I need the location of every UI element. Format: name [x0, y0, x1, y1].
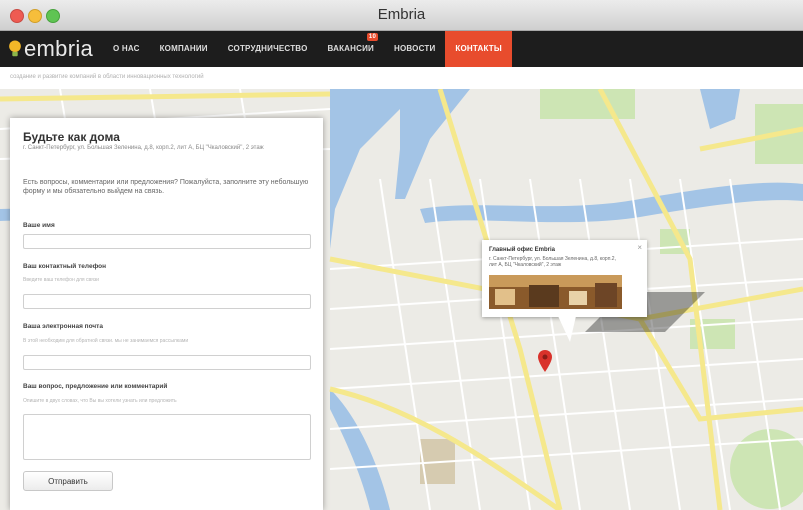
nav-item-news[interactable]: НОВОСТИ	[384, 31, 445, 67]
lightbulb-icon	[9, 40, 21, 57]
info-window-tail	[558, 316, 576, 342]
name-input[interactable]	[23, 234, 311, 249]
site-header: embria О НАС КОМПАНИИ СОТРУДНИЧЕСТВО ВАК…	[0, 31, 803, 67]
nav-item-contacts[interactable]: КОНТАКТЫ	[445, 31, 512, 67]
nav-item-cooperation[interactable]: СОТРУДНИЧЕСТВО	[218, 31, 318, 67]
office-photo	[489, 275, 622, 309]
phone-input[interactable]	[23, 294, 311, 309]
message-hint: Опишите в двух словах, что Вы вы хотели …	[23, 398, 177, 404]
name-label: Ваше имя	[23, 222, 55, 229]
info-window-title: Главный офис Embria	[489, 247, 555, 253]
nav-label: СОТРУДНИЧЕСТВО	[227, 44, 308, 53]
submit-button[interactable]: Отправить	[23, 471, 113, 491]
email-hint: В этой необходим для обратной связи. мы …	[23, 338, 189, 344]
nav-label: КОМПАНИИ	[159, 44, 208, 53]
form-intro: Есть вопросы, комментарии или предложени…	[23, 179, 309, 195]
window-titlebar: Embria	[0, 0, 803, 31]
info-window-address: г. Санкт-Петербург, ул. Большая Зеленина…	[489, 256, 616, 268]
tagline: создание и развитие компаний в области и…	[10, 74, 204, 80]
nav-item-vacancies[interactable]: ВАКАНСИИ 10	[318, 31, 384, 67]
form-address: г. Санкт-Петербург, ул. Большая Зеленина…	[23, 145, 264, 151]
vacancies-badge: 10	[366, 33, 378, 41]
logo-text: embria	[24, 36, 94, 61]
form-title: Будьте как дома	[23, 130, 120, 144]
email-label: Ваша электронная почта	[23, 323, 103, 330]
logo[interactable]: embria	[8, 34, 93, 64]
nav-label: НОВОСТИ	[394, 44, 436, 53]
email-input[interactable]	[23, 355, 311, 370]
map-marker-icon[interactable]	[538, 350, 552, 372]
map-info-window: Главный офис Embria г. Санкт-Петербург, …	[482, 240, 647, 317]
nav-item-companies[interactable]: КОМПАНИИ	[150, 31, 218, 67]
nav-label: КОНТАКТЫ	[455, 44, 502, 53]
close-icon[interactable]: ×	[637, 243, 642, 252]
message-textarea[interactable]	[23, 414, 311, 460]
main-nav: О НАС КОМПАНИИ СОТРУДНИЧЕСТВО ВАКАНСИИ 10…	[103, 31, 512, 67]
phone-label: Ваш контактный телефон	[23, 263, 107, 270]
nav-label: О НАС	[113, 44, 140, 53]
message-label: Ваш вопрос, предложение или комментарий	[23, 383, 168, 390]
nav-label: ВАКАНСИИ	[327, 44, 374, 53]
phone-hint: Введите ваш телефон для связи	[23, 277, 99, 283]
nav-item-about[interactable]: О НАС	[103, 31, 150, 67]
park-shape	[540, 89, 635, 119]
contact-form-panel: Будьте как дома г. Санкт-Петербург, ул. …	[10, 118, 323, 510]
tagline-bar: создание и развитие компаний в области и…	[0, 67, 803, 89]
window-title: Embria	[377, 6, 426, 23]
